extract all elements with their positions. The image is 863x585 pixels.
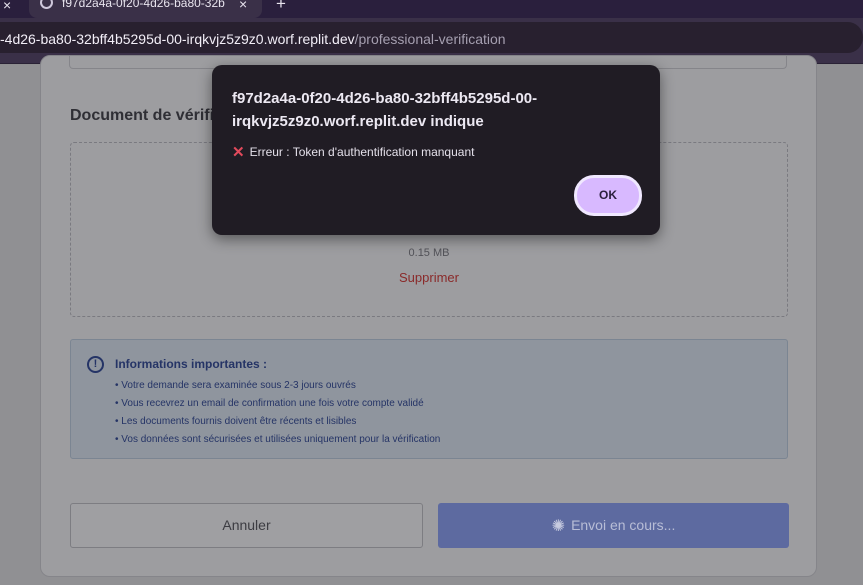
send-button[interactable]: ✺ Envoi en cours... [438,503,789,548]
section-title: Document de vérifi [70,107,215,124]
remove-file-link[interactable]: Supprimer [71,270,787,285]
info-box: ! Informations importantes : • Votre dem… [70,339,788,459]
url-text: -4d26-ba80-32bff4b5295d-00-irqkvjz5z9z0.… [0,31,506,47]
ok-button[interactable]: OK [574,175,642,216]
close-icon[interactable]: × [3,0,11,13]
info-title: Informations importantes : [115,357,268,371]
globe-icon [40,0,53,9]
info-icon: ! [87,356,104,373]
url-host: -4d26-ba80-32bff4b5295d-00-irqkvjz5z9z0.… [0,31,355,47]
error-x-icon: ✕ [232,144,245,161]
alert-dialog: f97d2a4a-0f20-4d26-ba80-32bff4b5295d-00-… [212,65,660,235]
tab-strip: × f97d2a4a-0f20-4d26-ba80-32b × + [0,0,863,18]
url-path: /professional-verification [354,31,506,47]
list-item: • Vos données sont sécurisées et utilisé… [115,434,441,445]
dialog-title: f97d2a4a-0f20-4d26-ba80-32bff4b5295d-00-… [232,90,538,130]
list-item: • Les documents fournis doivent être réc… [115,416,357,427]
spinner-icon: ✺ [551,518,566,535]
list-item: • Vous recevrez un email de confirmation… [115,398,424,409]
dialog-message: ✕ Erreur : Token d'authentification manqu… [232,143,474,161]
tab-title: f97d2a4a-0f20-4d26-ba80-32b [62,0,225,10]
dialog-message-text: Erreur : Token d'authentification manqua… [249,145,475,159]
send-button-label: Envoi en cours... [571,517,676,533]
list-item: • Votre demande sera examinée sous 2-3 j… [115,380,356,391]
browser-tab[interactable]: f97d2a4a-0f20-4d26-ba80-32b × [29,0,262,18]
url-field[interactable]: -4d26-ba80-32bff4b5295d-00-irqkvjz5z9z0.… [0,22,863,53]
info-list: • Votre demande sera examinée sous 2-3 j… [115,377,440,449]
file-size: 0.15 MB [408,247,450,259]
cancel-button[interactable]: Annuler [70,503,423,548]
close-icon[interactable]: × [239,0,247,12]
new-tab-icon[interactable]: + [276,0,286,14]
